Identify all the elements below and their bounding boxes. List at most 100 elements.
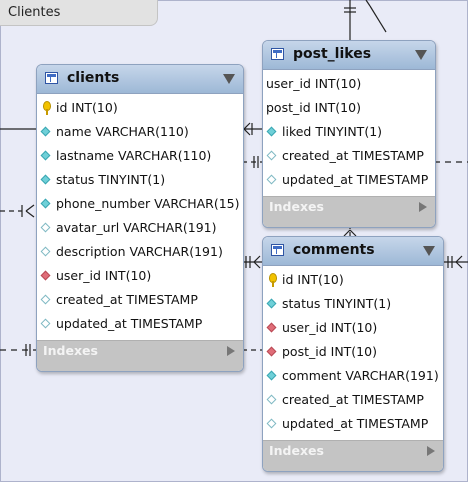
column-row[interactable]: id INT(10) [263,268,443,292]
expand-arrow-icon[interactable] [427,446,435,456]
table-post-likes[interactable]: post_likes user_id INT(10) post_id INT(10… [262,40,436,228]
column-row[interactable]: id INT(10) [37,96,243,120]
column-label: updated_at TIMESTAMP [56,316,203,331]
column-label: id INT(10) [56,100,118,115]
nullable-column-icon [266,394,277,405]
column-label: created_at TIMESTAMP [282,148,424,163]
column-label: post_id INT(10) [282,344,377,359]
primary-key-icon [269,273,277,287]
table-comments-title: comments [293,242,375,258]
connector-right-comments-crow-b [455,261,463,269]
indexes-label: Indexes [269,443,324,458]
collapse-arrow-icon[interactable] [223,74,235,84]
column-row[interactable]: name VARCHAR(110) [37,120,243,144]
column-label: user_id INT(10) [266,76,362,91]
connector-cc-crow-a [253,255,261,263]
table-comments-indexes[interactable]: Indexes [263,440,443,461]
column-row[interactable]: created_at TIMESTAMP [263,144,435,168]
column-row[interactable]: updated_at TIMESTAMP [263,168,435,192]
table-clients-columns: id INT(10) name VARCHAR(110) lastname VARC… [37,94,243,340]
column-label: status TINYINT(1) [56,172,166,187]
column-row[interactable]: status TINYINT(1) [37,168,243,192]
connector-cc-crow-b [253,261,261,269]
column-row[interactable]: liked TINYINT(1) [263,120,435,144]
collapse-arrow-icon[interactable] [423,246,435,256]
column-row[interactable]: avatar_url VARCHAR(191) [37,216,243,240]
indexes-label: Indexes [43,343,98,358]
expand-arrow-icon[interactable] [227,346,235,356]
column-label: name VARCHAR(110) [56,124,189,139]
column-label: updated_at TIMESTAMP [282,172,429,187]
foreign-key-icon [266,346,277,357]
column-label: updated_at TIMESTAMP [282,416,429,431]
column-row[interactable]: post_id INT(10) [263,96,435,120]
table-comments[interactable]: comments id INT(10) status TINYINT(1) user… [262,236,444,472]
column-row[interactable]: phone_number VARCHAR(15) [37,192,243,216]
nullable-column-icon [266,174,277,185]
column-row[interactable]: description VARCHAR(191) [37,240,243,264]
connector-top-right-2[interactable] [369,5,387,33]
column-label: created_at TIMESTAMP [282,392,424,407]
table-comments-footer-pad [263,461,443,471]
nullable-column-icon [266,418,277,429]
column-row[interactable]: lastname VARCHAR(110) [37,144,243,168]
column-label: lastname VARCHAR(110) [56,148,212,163]
connector-crowfoot-b [243,128,251,136]
column-label: created_at TIMESTAMP [56,292,198,307]
column-row[interactable]: created_at TIMESTAMP [263,388,443,412]
nullable-column-icon [40,294,51,305]
connector-right-comments-crow-a [455,255,463,263]
nullable-column-icon [40,246,51,257]
column-label: user_id INT(10) [56,268,152,283]
table-comments-columns: id INT(10) status TINYINT(1) user_id INT(1… [263,266,443,440]
foreign-key-icon [266,322,277,333]
connector-left-crow-c [25,210,35,218]
table-post-likes-footer-pad [263,217,435,227]
not-null-column-icon [40,150,51,161]
column-row[interactable]: user_id INT(10) [263,72,435,96]
column-label: user_id INT(10) [282,320,378,335]
expand-arrow-icon[interactable] [419,202,427,212]
not-null-column-icon [40,126,51,137]
table-clients-footer-pad [37,361,243,371]
not-null-column-icon [266,298,277,309]
column-row[interactable]: post_id INT(10) [263,340,443,364]
table-clients[interactable]: clients id INT(10) name VARCHAR(110) lastn… [36,64,244,372]
table-clients-indexes[interactable]: Indexes [37,340,243,361]
table-clients-header[interactable]: clients [37,65,243,94]
column-label: comment VARCHAR(191) [282,368,439,383]
column-label: post_id INT(10) [266,100,361,115]
diagram-canvas: Clientes clients id INT(10) name VARCHAR… [0,0,468,482]
column-label: avatar_url VARCHAR(191) [56,220,217,235]
column-label: description VARCHAR(191) [56,244,223,259]
connector-left-crow-b [25,204,35,212]
foreign-key-icon [40,270,51,281]
table-post-likes-columns: user_id INT(10) post_id INT(10) liked TINY… [263,70,435,196]
table-clients-title: clients [67,70,120,86]
connector-top-right[interactable] [365,0,371,7]
connector-crowfoot-a [243,122,251,130]
column-row[interactable]: status TINYINT(1) [263,292,443,316]
column-label: id INT(10) [282,272,344,287]
column-row[interactable]: created_at TIMESTAMP [37,288,243,312]
table-post-likes-header[interactable]: post_likes [263,41,435,70]
column-label: liked TINYINT(1) [282,124,383,139]
column-row[interactable]: updated_at TIMESTAMP [37,312,243,336]
not-null-column-icon [266,370,277,381]
nullable-column-icon [266,150,277,161]
column-row[interactable]: updated_at TIMESTAMP [263,412,443,436]
not-null-column-icon [266,126,277,137]
indexes-label: Indexes [269,199,324,214]
table-comments-header[interactable]: comments [263,237,443,266]
table-post-likes-indexes[interactable]: Indexes [263,196,435,217]
table-icon [271,48,284,60]
column-row[interactable]: comment VARCHAR(191) [263,364,443,388]
column-label: phone_number VARCHAR(15) [56,196,240,211]
not-null-column-icon [40,198,51,209]
nullable-column-icon [40,318,51,329]
nullable-column-icon [40,222,51,233]
column-row[interactable]: user_id INT(10) [37,264,243,288]
table-icon [271,244,284,256]
column-row[interactable]: user_id INT(10) [263,316,443,340]
collapse-arrow-icon[interactable] [415,50,427,60]
